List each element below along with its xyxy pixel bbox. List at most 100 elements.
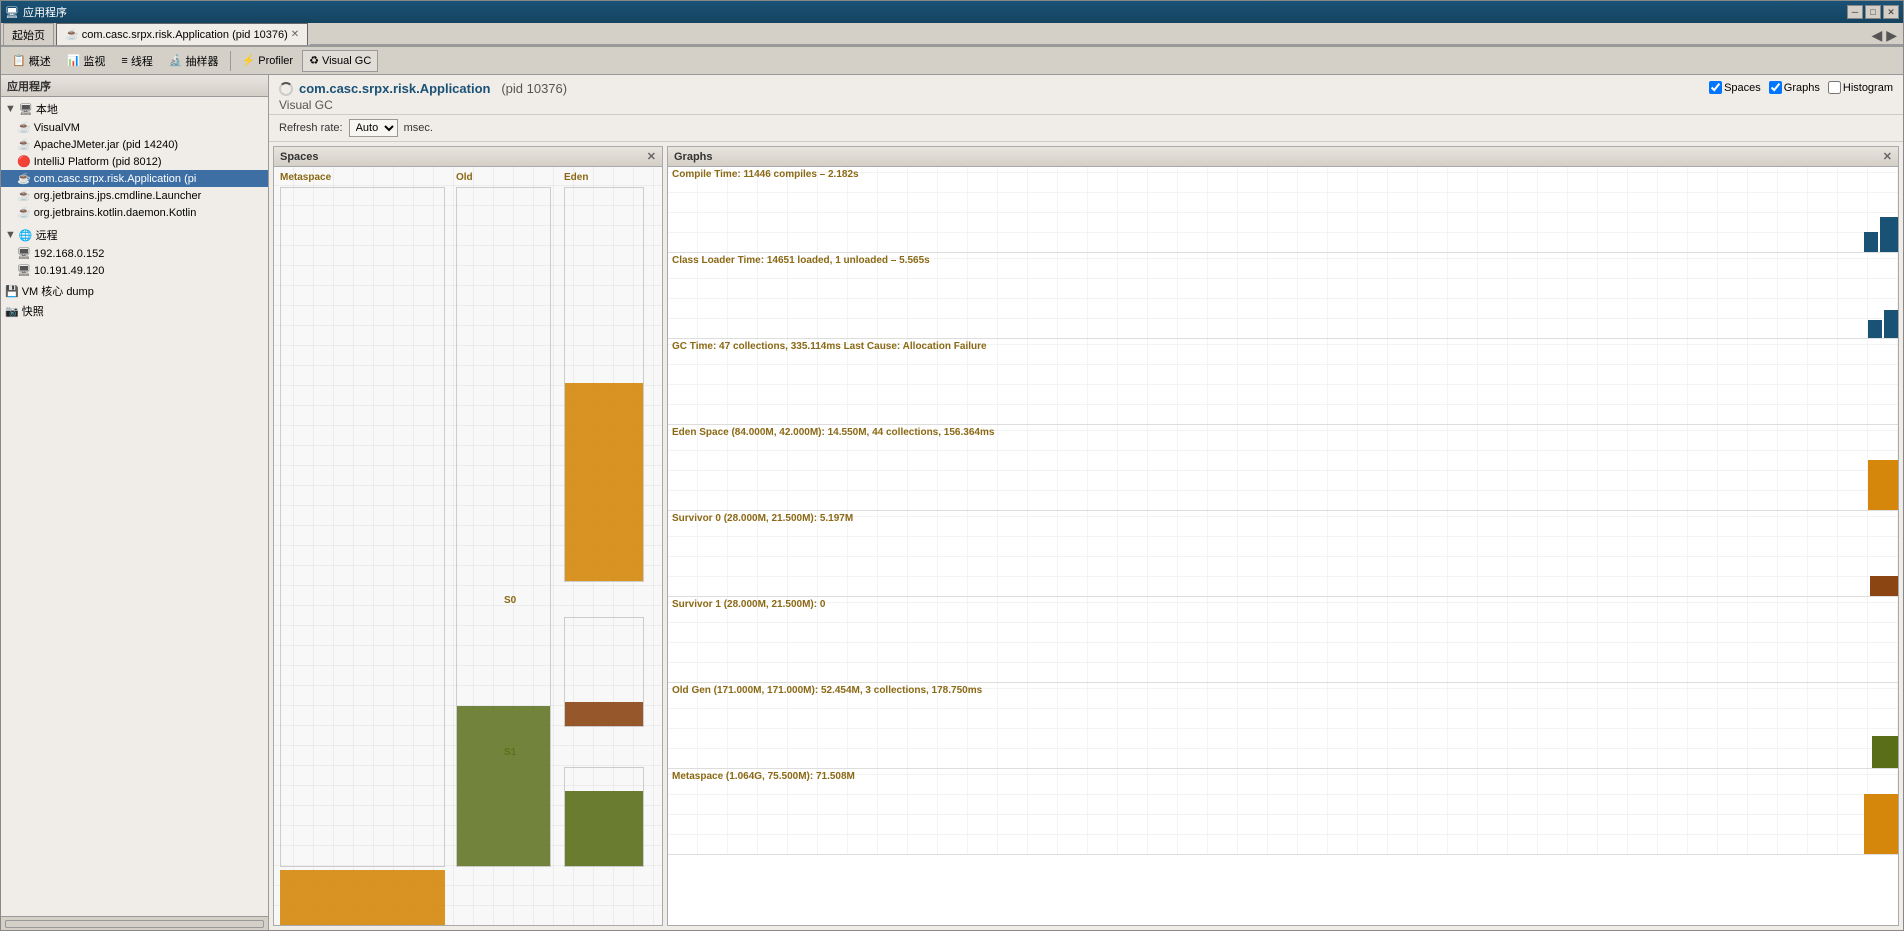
graph-row-classloader: Class Loader Time: 14651 loaded, 1 unloa… xyxy=(668,253,1898,339)
toolbar-monitor[interactable]: 📊 监视 xyxy=(60,50,113,72)
toolbar-sampler[interactable]: 🔬 抽样器 xyxy=(162,50,226,72)
gc-label: GC Time: 47 collections, 335.114ms Last … xyxy=(672,341,987,352)
snapshot-icon: 📷 xyxy=(5,305,19,318)
graphs-panel-header: Graphs ✕ xyxy=(668,147,1898,167)
old-bar-container xyxy=(456,187,551,867)
sidebar-title: 应用程序 xyxy=(7,78,51,94)
tab-start-label: 起始页 xyxy=(12,27,45,43)
threads-label: 线程 xyxy=(131,53,153,69)
tab-app-label: com.casc.srpx.risk.Application (pid 1037… xyxy=(82,29,288,41)
sidebar: 应用程序 ▼ 🖥 本地 ☕ VisualVM ☕ Apa xyxy=(1,75,269,930)
refresh-unit: msec. xyxy=(404,122,433,134)
graph-row-gc: GC Time: 47 collections, 335.114ms Last … xyxy=(668,339,1898,425)
tab-app-icon: ☕ xyxy=(65,28,79,41)
toolbar-visual-gc[interactable]: ♻ Visual GC xyxy=(302,50,378,72)
graph-row-s0: Survivor 0 (28.000M, 21.500M): 5.197M xyxy=(668,511,1898,597)
tab-close-icon[interactable]: ✕ xyxy=(291,29,299,40)
checkbox-graphs[interactable]: Graphs xyxy=(1769,81,1820,94)
close-button[interactable]: ✕ xyxy=(1883,5,1899,19)
checkbox-spaces[interactable]: Spaces xyxy=(1709,81,1761,94)
graphs-panel-close[interactable]: ✕ xyxy=(1883,150,1892,163)
sidebar-item-casc[interactable]: ☕ com.casc.srpx.risk.Application (pi xyxy=(1,170,268,187)
toolbar-profiler[interactable]: ⚡ Profiler xyxy=(235,50,301,72)
check-histogram-input[interactable] xyxy=(1828,81,1841,94)
section-remote: ▼ 🌐 远程 🖥 192.168.0.152 🖥 10.191.49.120 xyxy=(1,223,268,281)
expand-icon: ▼ xyxy=(5,103,16,115)
monitor-label: 监视 xyxy=(83,53,105,69)
check-graphs-input[interactable] xyxy=(1769,81,1782,94)
sidebar-item-ip1[interactable]: 🖥 192.168.0.152 xyxy=(1,245,268,262)
graph-row-s1: Survivor 1 (28.000M, 21.500M): 0 xyxy=(668,597,1898,683)
spaces-panel: Spaces ✕ Metaspace Old Eden S0 S1 xyxy=(273,146,663,926)
expand-icon-remote: ▼ xyxy=(5,229,16,241)
refresh-bar: Refresh rate: Auto 100 200 500 msec. xyxy=(269,115,1903,142)
app-icon-intellij: 🔴 xyxy=(17,155,31,168)
sidebar-item-visualvm[interactable]: ☕ VisualVM xyxy=(1,119,268,136)
minimize-button[interactable]: ─ xyxy=(1847,5,1863,19)
restore-button[interactable]: □ xyxy=(1865,5,1881,19)
check-spaces-input[interactable] xyxy=(1709,81,1722,94)
sidebar-item-intellij[interactable]: 🔴 IntelliJ Platform (pid 8012) xyxy=(1,153,268,170)
toolbar-overview[interactable]: 📋 概述 xyxy=(5,50,58,72)
check-spaces-label: Spaces xyxy=(1724,82,1761,94)
app-name: com.casc.srpx.risk.Application xyxy=(299,81,490,96)
sidebar-item-snapshot[interactable]: 📷 快照 xyxy=(1,301,268,321)
classloader-bar2 xyxy=(1868,320,1882,338)
section-remote-header[interactable]: ▼ 🌐 远程 xyxy=(1,225,268,245)
section-local: ▼ 🖥 本地 ☕ VisualVM ☕ ApacheJMeter.jar (pi… xyxy=(1,97,268,223)
spaces-panel-title: Spaces xyxy=(280,151,319,163)
tab-bar: 起始页 ☕ com.casc.srpx.risk.Application (pi… xyxy=(1,23,1903,47)
eden-bar-container xyxy=(564,187,644,582)
eden-graph-label: Eden Space (84.000M, 42.000M): 14.550M, … xyxy=(672,427,994,438)
toolbar-threads[interactable]: ≡ 线程 xyxy=(114,50,159,72)
section-local-header[interactable]: ▼ 🖥 本地 xyxy=(1,99,268,119)
eden-label: Eden xyxy=(564,172,588,183)
app-pid: (pid 10376) xyxy=(501,81,567,96)
s1-fill xyxy=(565,791,643,866)
nav-forward-icon[interactable]: ▶ xyxy=(1886,27,1897,44)
s0-fill xyxy=(565,702,643,726)
old-fill xyxy=(457,706,550,866)
content-panel: com.casc.srpx.risk.Application (pid 1037… xyxy=(269,75,1903,930)
visual-gc-icon: ♻ xyxy=(309,54,319,67)
item-label-ip1: 192.168.0.152 xyxy=(34,248,104,260)
metaspace-fill xyxy=(280,870,445,925)
sidebar-item-kotlin[interactable]: ☕ org.jetbrains.kotlin.daemon.Kotlin xyxy=(1,204,268,221)
local-label: 本地 xyxy=(36,101,58,117)
item-label-ip2: 10.191.49.120 xyxy=(34,265,104,277)
monitor-icon: 📊 xyxy=(67,54,81,67)
item-label-intellij: IntelliJ Platform (pid 8012) xyxy=(34,156,162,168)
sidebar-item-jmeter[interactable]: ☕ ApacheJMeter.jar (pid 14240) xyxy=(1,136,268,153)
app-icon-kotlin: ☕ xyxy=(17,206,31,219)
graphs-panel-title: Graphs xyxy=(674,151,713,163)
spaces-panel-header: Spaces ✕ xyxy=(274,147,662,167)
old-graph-bar xyxy=(1872,736,1898,768)
checkbox-histogram[interactable]: Histogram xyxy=(1828,81,1893,94)
item-label-kotlin: org.jetbrains.kotlin.daemon.Kotlin xyxy=(34,207,197,219)
app-title: com.casc.srpx.risk.Application (pid 1037… xyxy=(299,81,567,96)
tab-start-page[interactable]: 起始页 xyxy=(3,23,54,45)
sidebar-item-vm-dump[interactable]: 💾 VM 核心 dump xyxy=(1,281,268,301)
sidebar-content: ▼ 🖥 本地 ☕ VisualVM ☕ ApacheJMeter.jar (pi… xyxy=(1,97,268,916)
title-bar: 🖥 应用程序 ─ □ ✕ xyxy=(1,1,1903,23)
title-bar-text: 应用程序 xyxy=(23,4,67,20)
compile-label: Compile Time: 11446 compiles – 2.182s xyxy=(672,169,859,180)
tab-app[interactable]: ☕ com.casc.srpx.risk.Application (pid 10… xyxy=(56,23,308,45)
graph-grid-s1 xyxy=(668,597,1898,682)
sidebar-header: 应用程序 xyxy=(1,75,268,97)
refresh-label: Refresh rate: xyxy=(279,122,343,134)
s0-graph-bar xyxy=(1870,576,1898,596)
eden-graph-bar xyxy=(1868,460,1898,510)
sidebar-item-jps[interactable]: ☕ org.jetbrains.jps.cmdline.Launcher xyxy=(1,187,268,204)
graph-row-metaspace: Metaspace (1.064G, 75.500M): 71.508M xyxy=(668,769,1898,855)
sidebar-scrollbar[interactable] xyxy=(5,920,264,928)
nav-back-icon[interactable]: ◀ xyxy=(1871,27,1882,44)
host-icon-2: 🖥 xyxy=(17,264,31,277)
sidebar-item-ip2[interactable]: 🖥 10.191.49.120 xyxy=(1,262,268,279)
spaces-panel-close[interactable]: ✕ xyxy=(647,150,656,163)
s0-bar-container xyxy=(564,617,644,727)
visual-gc-label: Visual GC xyxy=(322,55,371,67)
refresh-select[interactable]: Auto 100 200 500 xyxy=(349,119,398,137)
metaspace-graph-label: Metaspace (1.064G, 75.500M): 71.508M xyxy=(672,771,855,782)
app-icon-jmeter: ☕ xyxy=(17,138,31,151)
